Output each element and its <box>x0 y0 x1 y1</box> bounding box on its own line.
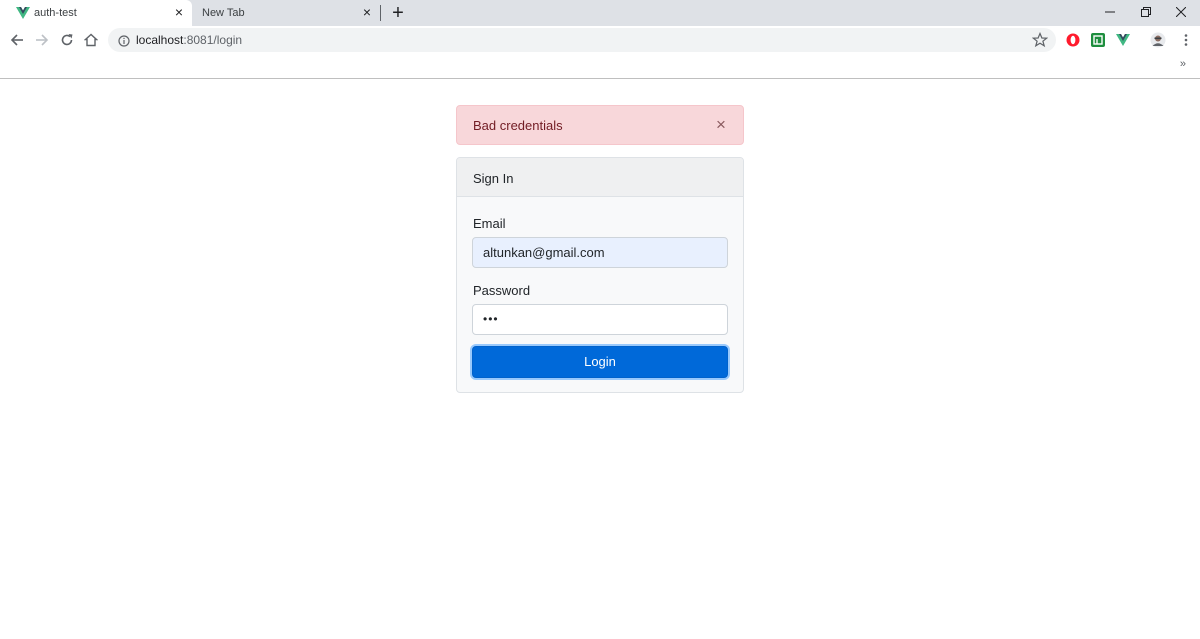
home-icon[interactable] <box>81 30 101 50</box>
browser-toolbar: localhost:8081/login <box>0 26 1200 54</box>
vue-logo-icon <box>16 6 30 20</box>
error-alert: Bad credentials × <box>456 105 744 145</box>
tab-strip: auth-test × New Tab × + <box>0 0 1200 26</box>
tab-title: auth-test <box>34 7 77 19</box>
bookmarks-overflow-button[interactable]: » <box>1180 58 1186 70</box>
tab-title: New Tab <box>202 7 245 19</box>
bookmark-star-icon[interactable] <box>1031 31 1049 48</box>
reload-icon[interactable] <box>57 30 77 50</box>
dismiss-alert-icon[interactable]: × <box>713 116 729 134</box>
green-extension-icon[interactable] <box>1091 33 1105 47</box>
url-text: localhost:8081/login <box>136 33 242 47</box>
forward-arrow-icon[interactable] <box>32 30 52 50</box>
info-icon[interactable] <box>118 34 130 47</box>
tab-divider <box>380 5 381 21</box>
email-field[interactable]: altunkan@gmail.com <box>472 237 728 268</box>
back-arrow-icon[interactable] <box>7 30 27 50</box>
bookmarks-bar: » <box>0 54 1200 79</box>
close-tab-icon[interactable]: × <box>360 5 374 19</box>
menu-dots-icon[interactable] <box>1179 33 1193 47</box>
sign-in-card: Sign In Email altunkan@gmail.com Passwor… <box>456 157 744 393</box>
email-label: Email <box>473 216 506 231</box>
tab-auth-test[interactable]: auth-test × <box>0 0 192 26</box>
profile-avatar-icon[interactable] <box>1150 32 1166 48</box>
tab-new-tab[interactable]: New Tab × <box>192 0 380 26</box>
password-field[interactable]: ••• <box>472 304 728 335</box>
card-header: Sign In <box>457 158 743 197</box>
url-path: :8081/login <box>183 33 243 47</box>
password-label: Password <box>473 283 531 298</box>
minimize-icon[interactable] <box>1099 3 1121 21</box>
login-button[interactable]: Login <box>472 346 728 378</box>
new-tab-button[interactable]: + <box>389 2 407 24</box>
alert-message: Bad credentials <box>473 118 563 133</box>
opera-extension-icon[interactable] <box>1066 33 1080 47</box>
close-window-icon[interactable] <box>1170 3 1192 21</box>
address-bar[interactable]: localhost:8081/login <box>108 28 1056 52</box>
url-host: localhost <box>136 33 184 47</box>
restore-icon[interactable] <box>1135 3 1157 21</box>
close-tab-icon[interactable]: × <box>172 5 186 19</box>
card-title: Sign In <box>473 171 514 186</box>
vue-devtools-icon[interactable] <box>1116 33 1130 47</box>
